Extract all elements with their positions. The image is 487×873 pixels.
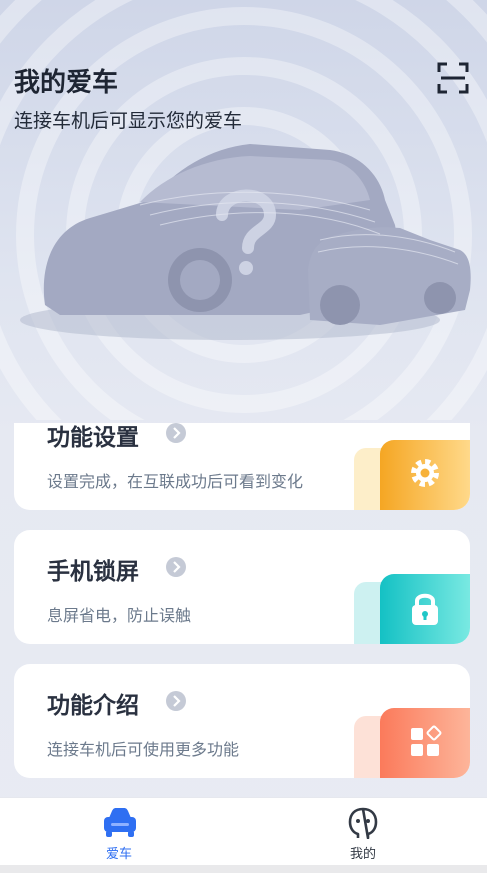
lock-icon [380, 574, 470, 644]
gear-icon [380, 440, 470, 510]
card-title: 手机锁屏 [47, 559, 139, 585]
card-title: 功能设置 [47, 425, 139, 451]
tab-profile[interactable]: 我的 [303, 798, 423, 866]
chevron-right-icon [166, 691, 186, 711]
page-title: 我的爱车 [14, 68, 119, 98]
feature-card-list[interactable]: 功能设置 设置完成，在互联成功后可看到变化 手机锁屏 息屏省电，防止误触 功能介… [0, 423, 487, 797]
bottom-tab-bar: 爱车 我的 [0, 797, 487, 866]
profile-icon [348, 807, 378, 839]
page-subtitle: 连接车机后可显示您的爱车 [14, 110, 243, 132]
card-description: 息屏省电，防止误触 [47, 606, 192, 625]
tab-label: 爱车 [105, 847, 132, 862]
app-screen: 我的爱车 连接车机后可显示您的爱车 功能设置 设置完成，在互联成功后可看到变化 … [0, 0, 487, 873]
car-icon [104, 808, 136, 837]
chevron-right-icon [166, 423, 186, 443]
placeholder-car-illustration [0, 130, 487, 360]
card-phone-lock[interactable]: 手机锁屏 息屏省电，防止误触 [14, 530, 470, 644]
card-title: 功能介绍 [47, 693, 139, 719]
system-bottom-bar [0, 865, 487, 873]
card-function-settings[interactable]: 功能设置 设置完成，在互联成功后可看到变化 [14, 423, 470, 510]
grid-icon [380, 708, 470, 778]
chevron-right-icon [166, 557, 186, 577]
card-feature-intro[interactable]: 功能介绍 连接车机后可使用更多功能 [14, 664, 470, 778]
tab-my-car[interactable]: 爱车 [59, 798, 179, 866]
card-description: 设置完成，在互联成功后可看到变化 [47, 472, 304, 491]
tab-label: 我的 [349, 847, 376, 862]
card-description: 连接车机后可使用更多功能 [47, 740, 240, 759]
scan-icon[interactable] [437, 62, 469, 94]
